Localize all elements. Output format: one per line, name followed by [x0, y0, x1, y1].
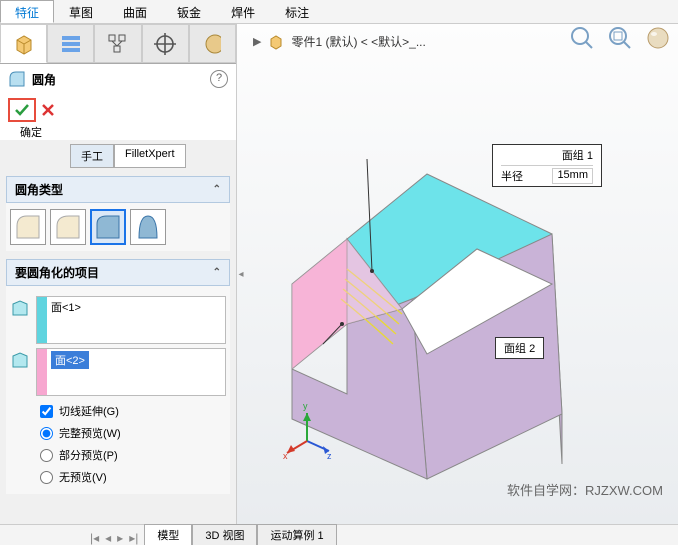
pm-tab-appearance[interactable] — [189, 24, 236, 63]
config-tree-icon — [105, 31, 131, 57]
fillet-type-variable[interactable] — [50, 209, 86, 245]
ok-label: 确定 — [20, 127, 42, 139]
ribbon-tabs: 特征 草图 曲面 钣金 焊件 标注 — [0, 0, 678, 24]
tab-scroll-first-icon[interactable]: |◂ — [90, 531, 99, 545]
pm-tab-dimxpert[interactable] — [142, 24, 189, 63]
property-manager-panel: 圆角 ? 确定 手工 FilletXpert 圆角类型 ⌃ — [0, 24, 237, 524]
3d-viewport[interactable]: ▶ 零件1 (默认) < <默认>_... — [237, 24, 678, 524]
no-preview-radio[interactable] — [40, 471, 53, 484]
tab-scroll-last-icon[interactable]: ▸| — [129, 531, 138, 545]
face-set-2-item[interactable]: 面<2> — [51, 351, 89, 369]
target-icon — [152, 31, 178, 57]
partial-preview-label: 部分预览(P) — [59, 447, 118, 463]
close-icon — [40, 102, 56, 118]
tree-expand-icon[interactable]: ▶ — [253, 35, 261, 48]
svg-text:z: z — [327, 451, 332, 461]
ribbon-tab-sketch[interactable]: 草图 — [54, 0, 108, 23]
chevron-up-icon: ⌃ — [213, 184, 221, 195]
fillet-items-header[interactable]: 要圆角化的项目 ⌃ — [6, 259, 230, 286]
ribbon-tab-feature[interactable]: 特征 — [0, 0, 54, 23]
color-band-cyan — [37, 297, 47, 343]
axis-triad-icon: x y z — [277, 401, 337, 461]
no-preview-label: 无预览(V) — [59, 469, 107, 485]
svg-text:y: y — [303, 401, 308, 411]
property-icon — [58, 31, 84, 57]
pm-header: 圆角 ? — [0, 64, 236, 94]
full-preview-radio[interactable] — [40, 427, 53, 440]
tab-scroll-next-icon[interactable]: ▸ — [117, 531, 123, 545]
ribbon-tab-annotate[interactable]: 标注 — [270, 0, 324, 23]
tab-scroll-prev-icon[interactable]: ◂ — [105, 531, 111, 545]
bottom-tab-model[interactable]: 模型 — [144, 524, 192, 545]
tangent-propagate-checkbox[interactable] — [40, 405, 53, 418]
partial-preview-radio[interactable] — [40, 449, 53, 462]
face-group-1-callout[interactable]: 面组 1 半径15mm — [492, 144, 602, 187]
panel-splitter[interactable]: ◂ — [237, 24, 245, 524]
face-set-2-list[interactable]: 面<2> — [36, 348, 226, 396]
ribbon-tab-weldment[interactable]: 焊件 — [216, 0, 270, 23]
help-button[interactable]: ? — [210, 70, 228, 88]
ribbon-tab-surface[interactable]: 曲面 — [108, 0, 162, 23]
part-icon — [267, 32, 285, 50]
sphere-icon — [203, 31, 221, 57]
face-set-1-list[interactable]: 面<1> — [36, 296, 226, 344]
face-set-icon — [10, 350, 30, 370]
radius-value-input[interactable]: 15mm — [552, 168, 593, 184]
fillet-type-full-round[interactable] — [130, 209, 166, 245]
chevron-up-icon: ⌃ — [213, 267, 221, 278]
face-set-icon — [10, 298, 30, 318]
checkmark-icon — [14, 102, 30, 118]
ok-button[interactable] — [8, 98, 36, 122]
axis-triad[interactable]: x y z — [277, 401, 337, 464]
pm-title: 圆角 — [32, 71, 210, 88]
fillet-type-face[interactable] — [90, 209, 126, 245]
bottom-tab-bar: |◂ ◂ ▸ ▸| 模型 3D 视图 运动算例 1 — [0, 524, 678, 545]
cancel-button[interactable] — [40, 102, 56, 118]
bottom-tab-3dview[interactable]: 3D 视图 — [192, 524, 257, 545]
fillet-type-header[interactable]: 圆角类型 ⌃ — [6, 176, 230, 203]
full-preview-label: 完整预览(W) — [59, 425, 121, 441]
color-band-pink — [37, 349, 47, 395]
pm-tab-feature-tree[interactable] — [0, 24, 47, 63]
fillet-icon — [8, 70, 26, 88]
pm-tab-property[interactable] — [47, 24, 94, 63]
ribbon-tab-sheetmetal[interactable]: 钣金 — [162, 0, 216, 23]
watermark-text: 软件自学网：RJZXW.COM — [507, 480, 663, 499]
fillet-type-constant[interactable] — [10, 209, 46, 245]
part-name[interactable]: 零件1 (默认) < <默认>_... — [291, 33, 425, 50]
cube-icon — [11, 31, 37, 57]
mode-tab-xpert[interactable]: FilletXpert — [114, 144, 186, 168]
svg-text:x: x — [283, 451, 288, 461]
tangent-propagate-label: 切线延伸(G) — [59, 403, 119, 419]
bottom-tab-motion[interactable]: 运动算例 1 — [257, 524, 336, 545]
face-group-2-callout[interactable]: 面组 2 — [495, 337, 544, 359]
radius-label: 半径 — [501, 168, 523, 184]
face-set-1-item[interactable]: 面<1> — [47, 297, 225, 343]
mode-tab-manual[interactable]: 手工 — [70, 144, 114, 168]
pm-tab-config[interactable] — [94, 24, 141, 63]
